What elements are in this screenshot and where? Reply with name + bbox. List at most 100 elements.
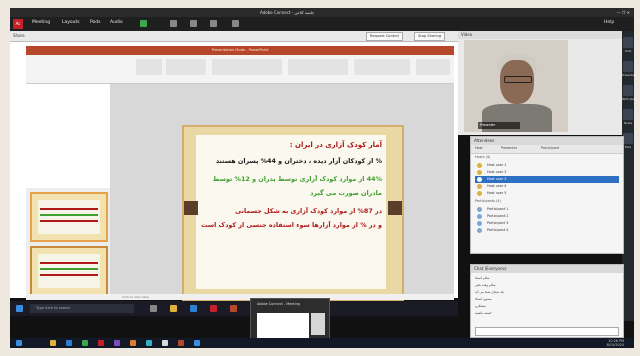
app-icon[interactable] — [130, 340, 136, 346]
ribbon-group-font[interactable] — [212, 59, 282, 75]
sidebar-label: Notes — [623, 121, 633, 125]
powerpoint-icon[interactable] — [230, 305, 237, 312]
app-icon[interactable] — [82, 340, 88, 346]
menu-help[interactable]: Help — [604, 20, 614, 25]
attendees-pod-title: Attendees — [471, 137, 623, 145]
ribbon-group-slides[interactable] — [166, 59, 206, 75]
thumbnail-line — [40, 220, 98, 222]
slide-thumbnail[interactable] — [30, 192, 108, 242]
chat-message: سلام استاد — [475, 276, 490, 280]
adobe-connect-logo: Ac — [13, 19, 23, 29]
window-titlebar: Adobe Connect - جلسه کلاس — ❐ ✕ — [10, 8, 634, 17]
slide-line-1: % از کودکان آزار دیده ، دختران و 44% پسر… — [215, 157, 382, 165]
video-pod: Video Presenter — [458, 31, 624, 135]
ribbon-group-editing[interactable] — [416, 59, 450, 75]
window-controls[interactable]: — ❐ ✕ — [617, 8, 630, 17]
attendee-row[interactable]: Participant 4 — [475, 227, 619, 234]
thumbnail-line — [40, 268, 98, 270]
shared-taskbar: Type here to search — [10, 301, 458, 316]
menu-bar: Ac Meeting Layouts Pods Audio Help — [10, 17, 634, 31]
ribbon-group-drawing[interactable] — [354, 59, 410, 75]
stop-sharing-button[interactable]: Stop Sharing — [414, 32, 446, 41]
app-icon[interactable] — [162, 340, 168, 346]
notes-layout-icon[interactable] — [623, 109, 633, 120]
popup-caption: Adobe Connect - Meeting — [257, 302, 300, 306]
files-layout-icon[interactable] — [623, 133, 633, 144]
webcam-icon[interactable] — [210, 20, 217, 27]
attendee-row[interactable]: Host user 1 — [475, 162, 619, 169]
chat-message: سلام وقت بخیر — [475, 283, 496, 287]
app-icon[interactable] — [98, 340, 104, 346]
file-explorer-icon[interactable] — [170, 305, 177, 312]
attendee-row[interactable]: Host user 5 — [475, 190, 619, 197]
notes-placeholder[interactable]: Click to add notes — [122, 294, 149, 300]
app-icon[interactable] — [114, 340, 120, 346]
menu-pods[interactable]: Pods — [90, 20, 101, 25]
browser-icon[interactable] — [66, 340, 72, 346]
system-taskbar: 10:26 PM 8/15/2020 — [10, 338, 634, 348]
attendee-name: Host user 5 — [487, 191, 507, 195]
menu-layouts[interactable]: Layouts — [62, 20, 80, 25]
chat-message: ممنون استاد — [475, 297, 492, 301]
hosts-section-label: Hosts (4) — [475, 155, 491, 159]
presenter-layout-icon[interactable] — [623, 61, 633, 72]
user-icon — [477, 207, 482, 212]
ribbon-group-paragraph[interactable] — [288, 59, 348, 75]
edge-icon[interactable] — [190, 305, 197, 312]
attendee-row[interactable]: Host user 4 — [475, 183, 619, 190]
system-clock[interactable]: 10:26 PM 8/15/2020 — [607, 339, 624, 347]
attendee-row[interactable]: Host user 2 — [475, 169, 619, 176]
app-icon[interactable] — [146, 340, 152, 346]
thumbnail-line — [40, 214, 98, 216]
attendee-row[interactable]: Participant 2 — [475, 213, 619, 220]
attendee-row[interactable]: Participant 1 — [475, 206, 619, 213]
attendee-name: Participant 3 — [487, 221, 509, 225]
microphone-icon[interactable] — [190, 20, 197, 27]
presenter-glasses — [504, 76, 532, 83]
request-control-button[interactable]: Request Control — [366, 32, 403, 41]
chat-layout-icon[interactable] — [623, 37, 633, 48]
start-icon[interactable] — [16, 305, 23, 312]
presenter-video[interactable]: Presenter — [464, 40, 568, 132]
app-icon[interactable] — [194, 340, 200, 346]
clock-date: 8/15/2020 — [606, 343, 624, 347]
menu-audio[interactable]: Audio — [110, 20, 123, 25]
attendee-row[interactable]: Participant 3 — [475, 220, 619, 227]
thumbnail-line — [40, 262, 98, 264]
slide-line-5: و در % از موارد آزارها سوء استفاده جنسی … — [201, 221, 382, 229]
tab-host[interactable]: Host — [475, 146, 483, 150]
windows-start-icon[interactable] — [16, 340, 22, 346]
slide-ribbon-left — [184, 201, 198, 215]
speaker-icon[interactable] — [170, 20, 177, 27]
ribbon-group-clipboard[interactable] — [136, 59, 162, 75]
share-pod-title: Share — [13, 33, 25, 38]
participant-layout-icon[interactable] — [623, 85, 633, 96]
thumbnail-line — [40, 208, 98, 210]
attendee-name: Host user 1 — [487, 163, 507, 167]
chat-pod-title: Chat (Everyone) — [471, 265, 623, 273]
monitor-screen: Adobe Connect - جلسه کلاس — ❐ ✕ Ac Meeti… — [10, 8, 634, 348]
app-icon[interactable] — [178, 340, 184, 346]
folder-icon[interactable] — [50, 340, 56, 346]
status-icon[interactable] — [140, 20, 147, 27]
tab-presenter[interactable]: Presenter — [501, 146, 517, 150]
powerpoint-statusbar: Click to add notes — [26, 294, 454, 300]
task-view-icon[interactable] — [150, 305, 157, 312]
menu-meeting[interactable]: Meeting — [32, 20, 50, 25]
thumbnail-page — [38, 200, 100, 234]
attendee-name: Host user 4 — [487, 184, 507, 188]
user-icon — [477, 184, 482, 189]
tab-participant[interactable]: Participant — [541, 146, 559, 150]
raise-hand-icon[interactable] — [232, 20, 239, 27]
slide-thumbnail[interactable] — [30, 246, 108, 296]
adobe-connect-icon[interactable] — [210, 305, 217, 312]
chat-input[interactable] — [475, 327, 619, 336]
chat-message: خسته نباشید — [475, 311, 492, 315]
slide-ribbon-right — [388, 201, 402, 215]
current-slide[interactable]: آمار کودک آزاری در ایران : % از کودکان آ… — [182, 125, 404, 301]
taskbar-search[interactable]: Type here to search — [30, 304, 134, 313]
attendee-row-selected[interactable]: Host user 3 — [475, 176, 619, 183]
powerpoint-ribbon — [26, 55, 454, 84]
slide-line-3: مادران صورت می گیرد — [310, 189, 382, 197]
presenter-nameplate: Presenter — [478, 122, 520, 129]
